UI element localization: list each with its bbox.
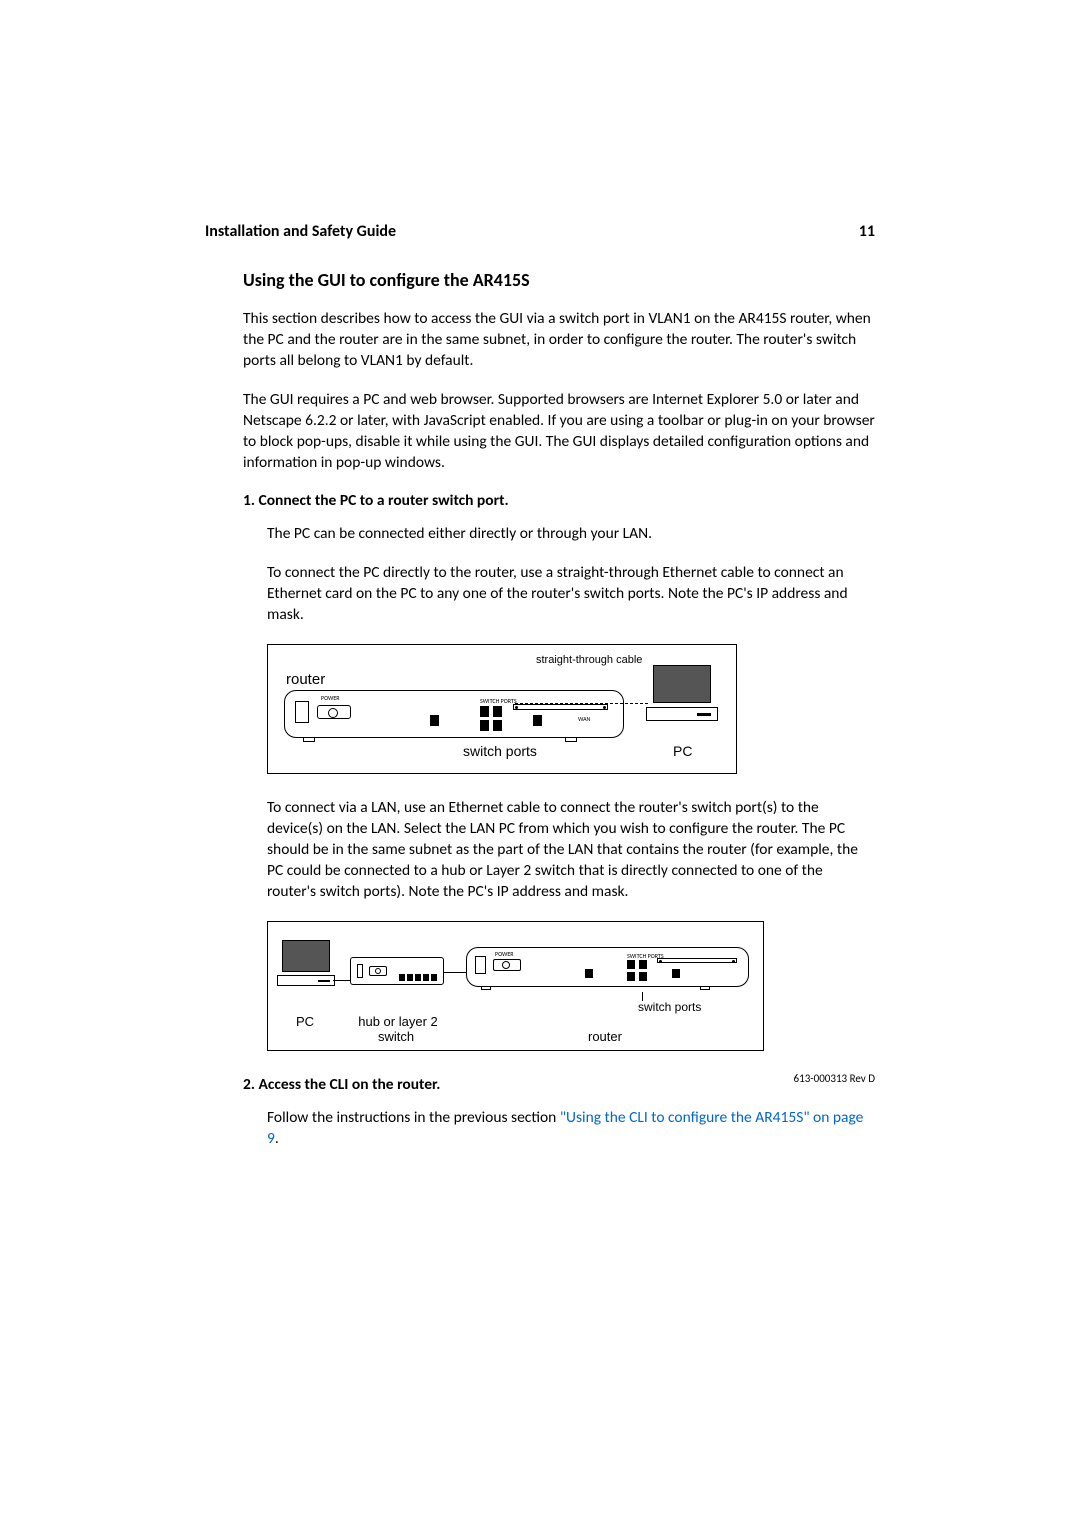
section-title: Using the GUI to configure the AR415S	[243, 269, 875, 291]
switch-port-2-icon	[493, 706, 502, 717]
pc-monitor-icon	[653, 665, 711, 703]
doc-title: Installation and Safety Guide	[205, 222, 396, 241]
eth-port-icon	[430, 715, 439, 726]
step-2-suffix: .	[275, 1129, 279, 1148]
pc-monitor-icon	[282, 940, 330, 972]
power-tiny-label: POWER	[495, 950, 514, 958]
footer-rev: 613-000313 Rev D	[794, 1072, 875, 1085]
step-2-title: 2. Access the CLI on the router.	[243, 1075, 875, 1094]
step-1-body-2: To connect the PC directly to the router…	[267, 563, 875, 626]
pc-base-icon	[277, 975, 335, 986]
cable-line-icon	[515, 703, 648, 704]
diagram-lan-connection: PC hub or layer 2 switch POWER SWITCH PO…	[267, 921, 764, 1051]
section-para-1: This section describes how to access the…	[243, 309, 875, 372]
pic-slot-icon	[513, 704, 608, 710]
wan-port-icon	[533, 715, 542, 726]
router-label: router	[588, 1029, 622, 1044]
diagram-direct-connection: router POWER SWITCH PORTS WAN	[267, 644, 737, 774]
step-1-body-3: To connect via a LAN, use an Ethernet ca…	[267, 798, 875, 903]
hub-label-1: hub or layer 2	[358, 1014, 438, 1029]
power-socket-icon	[317, 705, 351, 719]
section-para-2: The GUI requires a PC and web browser. S…	[243, 390, 875, 474]
switch-ports-label: switch ports	[638, 1000, 701, 1014]
power-tiny-label: POWER	[321, 694, 340, 702]
hub-label-2: switch	[378, 1029, 414, 1044]
switch-port-4-icon	[493, 720, 502, 731]
router-outline-icon: POWER SWITCH PORTS WAN	[284, 690, 624, 738]
pc-label: PC	[673, 743, 692, 759]
step-2-prefix: Follow the instructions in the previous …	[267, 1108, 560, 1127]
switchports-tiny-label: SWITCH PORTS	[480, 697, 517, 705]
router-outline-icon: POWER SWITCH PORTS	[466, 947, 749, 987]
cable-label: straight-through cable	[536, 654, 642, 666]
pc-label: PC	[296, 1014, 314, 1029]
hub-switch-icon	[350, 957, 444, 985]
router-label: router	[286, 671, 325, 688]
page-header: Installation and Safety Guide 11	[205, 222, 875, 241]
pc-base-icon	[646, 707, 718, 721]
page-number: 11	[859, 222, 875, 241]
step-1-body-1: The PC can be connected either directly …	[267, 524, 875, 545]
step-1-title: 1. Connect the PC to a router switch por…	[243, 491, 875, 510]
switch-port-1-icon	[480, 706, 489, 717]
wan-tiny-label: WAN	[578, 715, 590, 723]
ac-connector-icon	[295, 701, 309, 723]
switch-port-3-icon	[480, 720, 489, 731]
switch-ports-label: switch ports	[463, 743, 537, 759]
step-2-body: Follow the instructions in the previous …	[267, 1108, 875, 1150]
